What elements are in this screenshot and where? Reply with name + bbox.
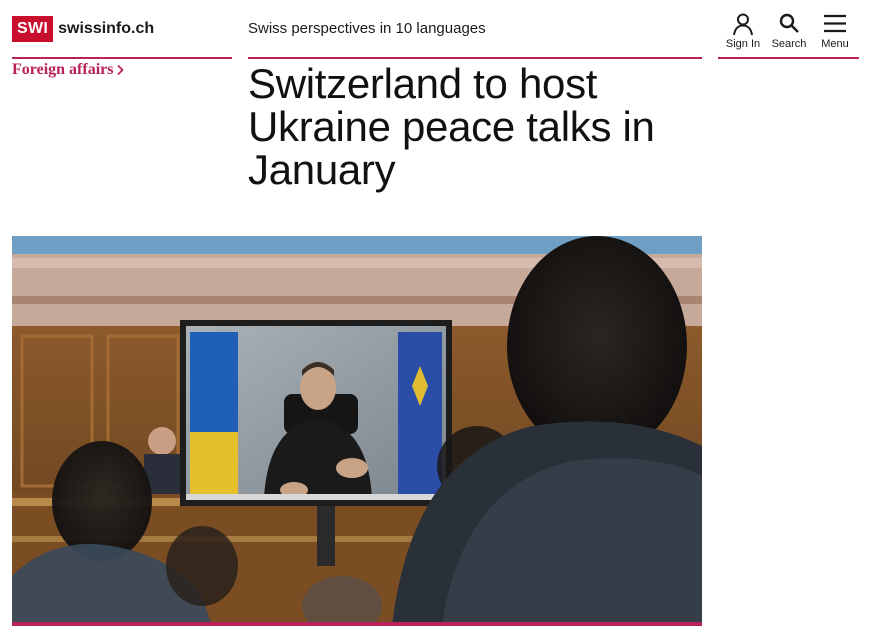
menu-button[interactable]: Menu [817, 12, 853, 50]
search-icon [779, 13, 799, 33]
article-photo[interactable] [12, 236, 702, 626]
article-headline: Switzerland to host Ukraine peace talks … [248, 60, 655, 193]
header-divider-middle [248, 57, 702, 59]
user-icon [733, 13, 753, 36]
search-button[interactable]: Search [771, 12, 807, 50]
sign-in-label: Sign In [725, 38, 761, 50]
site-tagline: Swiss perspectives in 10 languages [248, 20, 486, 37]
search-label: Search [771, 38, 807, 50]
category-label: Foreign affairs [12, 61, 114, 78]
article-page: SWI swissinfo.ch Swiss perspectives in 1… [0, 0, 869, 628]
video-conference-photo-illustration [12, 236, 702, 626]
menu-label: Menu [821, 38, 849, 50]
header-divider-right [718, 57, 859, 59]
logo-badge: SWI [12, 16, 54, 42]
header-divider-left [12, 57, 232, 59]
site-logo[interactable]: SWI swissinfo.ch [12, 16, 154, 42]
sign-in-button[interactable]: Sign In [725, 12, 761, 50]
chevron-right-icon [117, 64, 125, 76]
header-tools: Sign In Search Menu [725, 12, 853, 50]
logo-name: swissinfo.ch [58, 20, 155, 37]
category-link[interactable]: Foreign affairs [12, 61, 125, 79]
hamburger-icon [824, 14, 846, 33]
